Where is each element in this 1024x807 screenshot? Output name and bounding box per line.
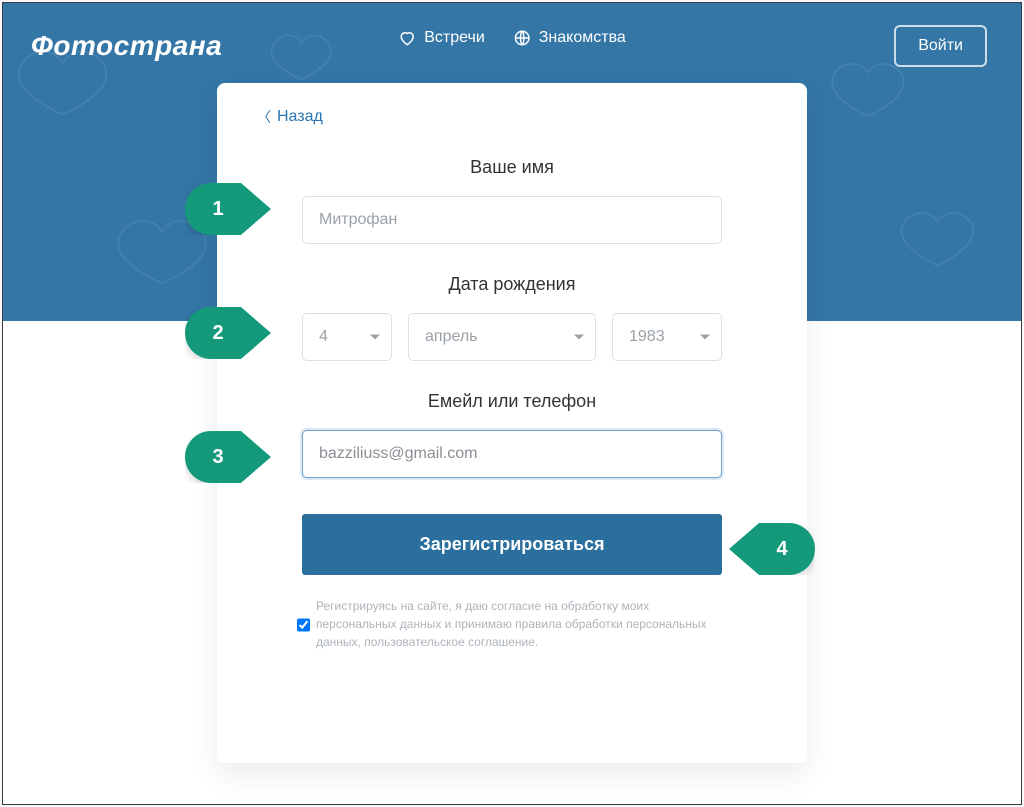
dob-month-value: апрель bbox=[408, 313, 596, 361]
email-label: Емейл или телефон bbox=[257, 391, 767, 412]
name-input[interactable] bbox=[302, 196, 722, 244]
top-nav: Фотострана Встречи Знакомства Войти bbox=[3, 25, 1021, 67]
dob-year-value: 1983 bbox=[612, 313, 722, 361]
dob-label: Дата рождения bbox=[257, 274, 767, 295]
name-label: Ваше имя bbox=[257, 157, 767, 178]
submit-button[interactable]: Зарегистрироваться bbox=[302, 514, 722, 575]
email-group: Емейл или телефон bbox=[257, 391, 767, 478]
nav-meetings-label: Встречи bbox=[424, 29, 485, 47]
login-button[interactable]: Войти bbox=[894, 25, 987, 67]
dob-year-select[interactable]: 1983 bbox=[612, 313, 722, 361]
dob-day-value: 4 bbox=[302, 313, 392, 361]
name-group: Ваше имя bbox=[257, 157, 767, 244]
consent-row[interactable]: Регистрируясь на сайте, я даю согласие н… bbox=[297, 597, 727, 651]
nav-dating-label: Знакомства bbox=[539, 29, 626, 47]
page: Фотострана Встречи Знакомства Войти bbox=[2, 2, 1022, 805]
dob-group: Дата рождения 4 апрель 1983 bbox=[257, 274, 767, 361]
chevron-left-icon: 〈 bbox=[257, 107, 271, 127]
nav-meetings[interactable]: Встречи bbox=[398, 29, 485, 47]
back-link[interactable]: 〈 Назад bbox=[257, 107, 323, 127]
heart-icon bbox=[398, 29, 416, 47]
back-label: Назад bbox=[277, 108, 323, 126]
logo[interactable]: Фотострана bbox=[31, 30, 222, 62]
globe-icon bbox=[513, 29, 531, 47]
signup-card: 〈 Назад Ваше имя Дата рождения 4 апрель bbox=[217, 83, 807, 763]
consent-checkbox[interactable] bbox=[297, 599, 310, 651]
consent-text: Регистрируясь на сайте, я даю согласие н… bbox=[316, 597, 727, 651]
nav-center: Встречи Знакомства bbox=[398, 29, 626, 47]
email-input[interactable] bbox=[302, 430, 722, 478]
dob-day-select[interactable]: 4 bbox=[302, 313, 392, 361]
dob-month-select[interactable]: апрель bbox=[408, 313, 596, 361]
nav-dating[interactable]: Знакомства bbox=[513, 29, 626, 47]
